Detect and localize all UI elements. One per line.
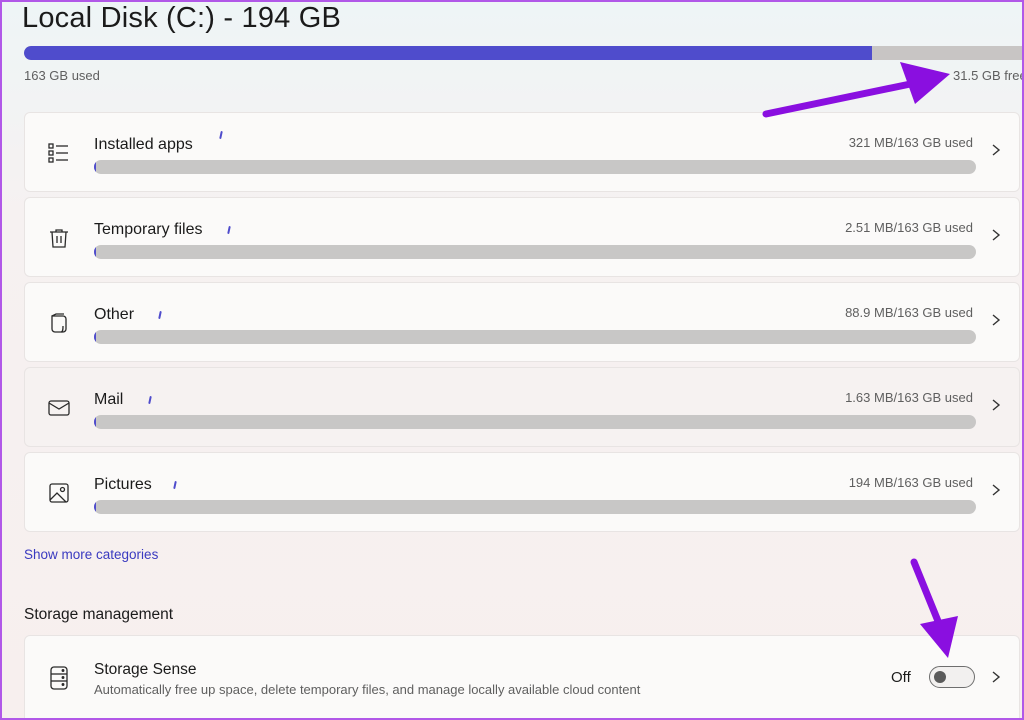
- disk-usage-fill: [24, 46, 873, 60]
- category-temporary-files[interactable]: Temporary files 2.51 MB/163 GB used: [24, 197, 1020, 277]
- category-size: 88.9 MB/163 GB used: [845, 305, 973, 320]
- chevron-right-icon: [992, 314, 1001, 326]
- category-usage-fill: [94, 500, 97, 514]
- mail-icon: [48, 400, 70, 416]
- category-usage-fill: [94, 415, 97, 429]
- category-pictures[interactable]: Pictures 194 MB/163 GB used: [24, 452, 1020, 532]
- toggle-knob: [934, 671, 946, 683]
- image-icon: [49, 483, 69, 503]
- category-usage-bar: [94, 330, 976, 344]
- chevron-right-icon: [992, 399, 1001, 411]
- category-size: 1.63 MB/163 GB used: [845, 390, 973, 405]
- annotation-arrow-free-space: [762, 62, 950, 118]
- storage-sense-title: Storage Sense: [94, 661, 197, 678]
- category-size: 2.51 MB/163 GB used: [845, 220, 973, 235]
- category-name: Mail: [94, 391, 124, 408]
- show-more-categories-link[interactable]: Show more categories: [24, 547, 158, 562]
- disk-usage-bar: [24, 46, 1024, 60]
- chevron-right-icon: [992, 671, 1001, 683]
- storage-sense-description: Automatically free up space, delete temp…: [94, 682, 641, 697]
- storage-management-heading: Storage management: [24, 606, 174, 623]
- category-mail[interactable]: Mail 1.63 MB/163 GB used: [24, 367, 1020, 447]
- category-usage-bar: [94, 415, 976, 429]
- trash-icon: [50, 229, 68, 248]
- free-space-label: 31.5 GB free: [953, 68, 1024, 83]
- category-usage-fill: [94, 160, 97, 174]
- storage-sense-toggle[interactable]: [929, 666, 975, 688]
- chevron-right-icon: [992, 484, 1001, 496]
- chevron-right-icon: [992, 229, 1001, 241]
- category-name: Pictures: [94, 476, 152, 493]
- category-name: Installed apps: [94, 136, 193, 153]
- category-size: 321 MB/163 GB used: [848, 135, 973, 150]
- document-icon: [51, 313, 67, 333]
- category-installed-apps[interactable]: Installed apps 321 MB/163 GB used: [24, 112, 1020, 192]
- server-icon: [50, 666, 68, 690]
- apps-list-icon: [48, 143, 68, 163]
- category-name: Other: [94, 306, 135, 323]
- category-usage-fill: [94, 245, 97, 259]
- page-title: Local Disk (C:) - 194 GB: [22, 2, 342, 34]
- category-size: 194 MB/163 GB used: [848, 475, 973, 490]
- storage-sense-state: Off: [891, 669, 911, 686]
- category-usage-bar: [94, 500, 976, 514]
- category-name: Temporary files: [94, 221, 203, 238]
- category-usage-bar: [94, 245, 976, 259]
- chevron-right-icon: [992, 144, 1001, 156]
- used-space-label: 163 GB used: [24, 68, 100, 83]
- category-usage-bar: [94, 160, 976, 174]
- storage-sense-card[interactable]: Storage Sense Automatically free up spac…: [24, 635, 1020, 720]
- category-usage-fill: [94, 330, 97, 344]
- category-other[interactable]: Other 88.9 MB/163 GB used: [24, 282, 1020, 362]
